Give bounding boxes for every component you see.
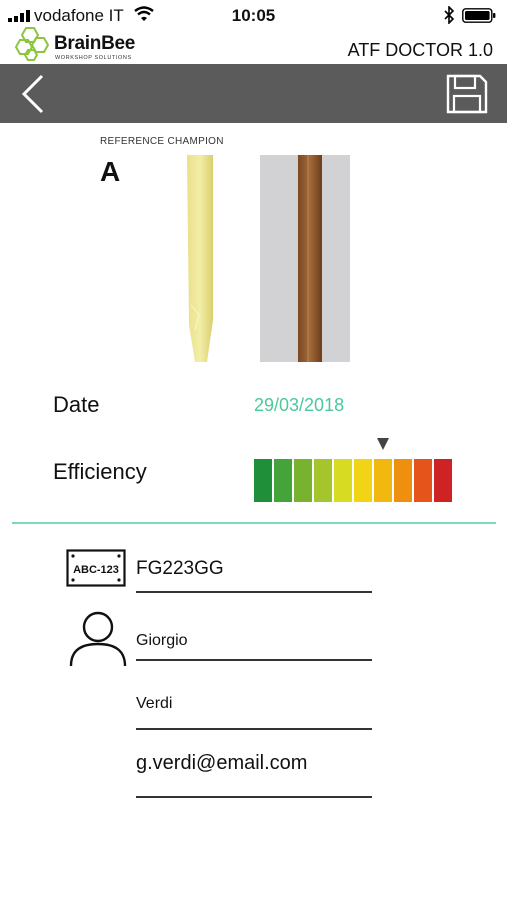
clock: 10:05: [231, 6, 276, 25]
efficiency-cell-5: [334, 459, 352, 502]
divider: [12, 522, 496, 524]
efficiency-cell-8: [394, 459, 412, 502]
license-plate-icon: ABC-123: [66, 549, 126, 587]
efficiency-cell-4: [314, 459, 332, 502]
last-name-field[interactable]: Verdi: [136, 695, 172, 713]
efficiency-cell-2: [274, 459, 292, 502]
email-underline: [136, 796, 372, 798]
back-button[interactable]: [16, 70, 52, 118]
user-icon: [68, 610, 128, 668]
efficiency-cell-9: [414, 459, 432, 502]
first-name-field[interactable]: Giorgio: [136, 632, 188, 650]
brainbee-logo-icon: [14, 27, 50, 61]
efficiency-cell-3: [294, 459, 312, 502]
email-field[interactable]: g.verdi@email.com: [136, 752, 307, 775]
reference-fluid-strip: [187, 155, 213, 362]
efficiency-cell-6: [354, 459, 372, 502]
save-icon: [446, 74, 488, 114]
plate-field-value[interactable]: FG223GG: [136, 558, 224, 580]
efficiency-cell-1: [254, 459, 272, 502]
efficiency-cell-10: [434, 459, 452, 502]
brand-name: BrainBee: [54, 33, 136, 54]
battery-icon: [462, 8, 496, 23]
efficiency-cell-7: [374, 459, 392, 502]
reference-letter: A: [100, 156, 121, 187]
efficiency-marker-icon: [377, 438, 389, 450]
status-bar: vodafone IT 10:05: [0, 0, 507, 30]
date-value: 29/03/2018: [254, 395, 345, 415]
save-button[interactable]: [442, 72, 490, 116]
license-plate-icon-text: ABC-123: [73, 564, 119, 576]
efficiency-label: Efficiency: [53, 459, 147, 484]
app-title: ATF DOCTOR 1.0: [347, 40, 493, 60]
toolbar: [0, 64, 507, 123]
reference-label: REFERENCE CHAMPION: [100, 136, 224, 147]
first-name-underline: [136, 659, 372, 661]
chevron-left-icon: [21, 74, 44, 114]
date-label: Date: [53, 392, 100, 417]
efficiency-scale: [254, 459, 452, 502]
last-name-underline: [136, 728, 372, 730]
brand-tagline: WORKSHOP SOLUTIONS: [55, 55, 132, 61]
plate-field-underline: [136, 591, 372, 593]
bluetooth-icon: [444, 6, 455, 24]
sample-fluid-strip: [260, 155, 350, 362]
